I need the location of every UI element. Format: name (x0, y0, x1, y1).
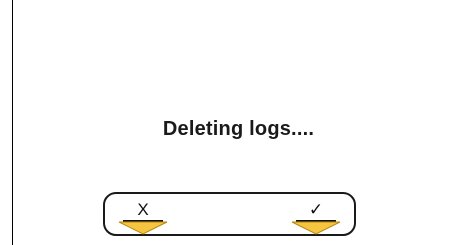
softkey-bar: X ✓ (103, 192, 356, 236)
cancel-x-icon: X (137, 200, 149, 219)
checkmark-icon: ✓ (308, 200, 324, 219)
cancel-softkey[interactable]: X (113, 194, 173, 236)
down-arrow-icon (291, 221, 341, 235)
status-message: Deleting logs.... (162, 118, 315, 140)
down-arrow-icon (118, 221, 168, 235)
confirm-softkey[interactable]: ✓ (286, 194, 346, 236)
